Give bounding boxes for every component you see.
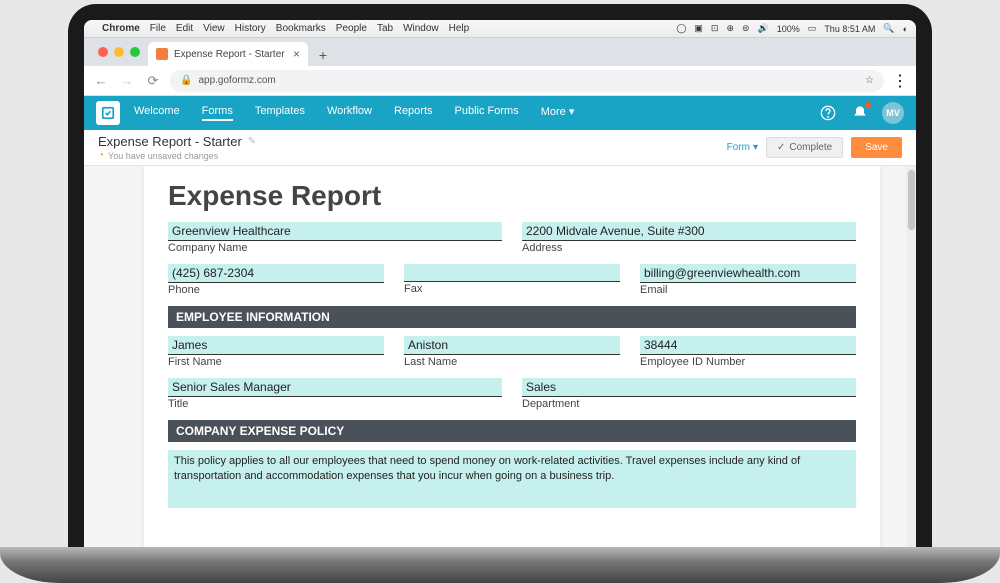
- notification-badge: [864, 101, 872, 109]
- section-company-policy: COMPANY EXPENSE POLICY: [168, 420, 856, 442]
- window-close-icon[interactable]: [98, 47, 108, 57]
- menubar-help[interactable]: Help: [449, 23, 470, 34]
- job-title-label: Title: [168, 398, 502, 410]
- lock-icon: 🔒: [180, 75, 192, 86]
- form-title: Expense Report: [168, 180, 856, 212]
- window-maximize-icon[interactable]: [130, 47, 140, 57]
- notifications-icon[interactable]: [850, 103, 870, 123]
- page-header: Expense Report - Starter ✎ ◔ You have un…: [84, 130, 916, 166]
- form-dropdown[interactable]: Form ▾: [727, 142, 758, 153]
- star-icon[interactable]: ☆: [865, 75, 874, 86]
- help-icon[interactable]: [818, 103, 838, 123]
- menubar-app-name[interactable]: Chrome: [102, 23, 140, 34]
- menubar-view[interactable]: View: [203, 23, 225, 34]
- avatar[interactable]: MV: [882, 102, 904, 124]
- wifi-icon: ⊜: [742, 23, 750, 34]
- nav-public-forms[interactable]: Public Forms: [455, 105, 519, 121]
- tab-favicon-icon: [156, 48, 168, 60]
- department-field[interactable]: Sales: [522, 378, 856, 397]
- unsaved-indicator-icon: ◔: [98, 150, 104, 161]
- complete-button[interactable]: ✓ Complete: [766, 137, 843, 158]
- nav-welcome[interactable]: Welcome: [134, 105, 180, 121]
- menubar-file[interactable]: File: [150, 23, 166, 34]
- phone-label: Phone: [168, 284, 384, 296]
- employee-id-field[interactable]: 38444: [640, 336, 856, 355]
- search-icon[interactable]: 🔍: [883, 23, 894, 34]
- scroll-thumb[interactable]: [908, 170, 915, 230]
- address-bar[interactable]: 🔒 app.goformz.com ☆: [170, 70, 884, 92]
- employee-id-label: Employee ID Number: [640, 356, 856, 368]
- address-label: Address: [522, 242, 856, 254]
- status-icon: ▣: [694, 23, 703, 34]
- first-name-field[interactable]: James: [168, 336, 384, 355]
- nav-workflow[interactable]: Workflow: [327, 105, 372, 121]
- forward-button: →: [118, 73, 136, 88]
- save-button[interactable]: Save: [851, 137, 902, 158]
- nav-forms[interactable]: Forms: [202, 105, 233, 121]
- fax-label: Fax: [404, 283, 620, 295]
- nav-templates[interactable]: Templates: [255, 105, 305, 121]
- menubar-window[interactable]: Window: [403, 23, 439, 34]
- status-icon: ◯: [676, 23, 686, 34]
- chrome-tab-strip: Expense Report - Starter × +: [84, 38, 916, 66]
- window-minimize-icon[interactable]: [114, 47, 124, 57]
- scrollbar[interactable]: [906, 166, 916, 547]
- clock: Thu 8:51 AM: [824, 24, 875, 34]
- menubar-bookmarks[interactable]: Bookmarks: [276, 23, 326, 34]
- browser-tab[interactable]: Expense Report - Starter ×: [148, 42, 308, 66]
- edit-title-icon[interactable]: ✎: [248, 136, 256, 147]
- fax-field[interactable]: [404, 264, 620, 282]
- new-tab-button[interactable]: +: [312, 44, 334, 66]
- battery-icon: ▭: [808, 23, 817, 34]
- menubar-tab[interactable]: Tab: [377, 23, 393, 34]
- status-icon: ⊡: [711, 23, 719, 34]
- policy-text-field[interactable]: This policy applies to all our employees…: [168, 450, 856, 508]
- content-area: Expense Report Greenview Healthcare Comp…: [84, 166, 916, 547]
- email-field[interactable]: billing@greenviewhealth.com: [640, 264, 856, 283]
- form-page: Expense Report Greenview Healthcare Comp…: [144, 166, 880, 547]
- email-label: Email: [640, 284, 856, 296]
- section-employee-info: EMPLOYEE INFORMATION: [168, 306, 856, 328]
- app-logo-icon[interactable]: [96, 101, 120, 125]
- page-title: Expense Report - Starter: [98, 134, 242, 149]
- department-label: Department: [522, 398, 856, 410]
- volume-icon: 🔊: [758, 23, 769, 34]
- mac-menubar: Chrome File Edit View History Bookmarks …: [84, 20, 916, 38]
- last-name-field[interactable]: Aniston: [404, 336, 620, 355]
- control-center-icon[interactable]: ◐: [903, 24, 908, 34]
- chrome-toolbar: ← → ⟳ 🔒 app.goformz.com ☆ ⋮: [84, 66, 916, 96]
- menubar-people[interactable]: People: [336, 23, 367, 34]
- reload-button[interactable]: ⟳: [144, 73, 162, 89]
- menubar-edit[interactable]: Edit: [176, 23, 193, 34]
- company-name-field[interactable]: Greenview Healthcare: [168, 222, 502, 241]
- chevron-down-icon: ▾: [753, 142, 758, 153]
- battery-percent: 100%: [777, 24, 800, 34]
- job-title-field[interactable]: Senior Sales Manager: [168, 378, 502, 397]
- tab-close-icon[interactable]: ×: [293, 47, 300, 61]
- chevron-down-icon: ▾: [569, 106, 575, 118]
- back-button[interactable]: ←: [92, 73, 110, 88]
- url-text: app.goformz.com: [198, 75, 275, 86]
- menubar-history[interactable]: History: [235, 23, 266, 34]
- first-name-label: First Name: [168, 356, 384, 368]
- nav-reports[interactable]: Reports: [394, 105, 433, 121]
- tab-title: Expense Report - Starter: [174, 49, 285, 60]
- chrome-menu-icon[interactable]: ⋮: [892, 71, 908, 91]
- company-name-label: Company Name: [168, 242, 502, 254]
- check-icon: ✓: [777, 142, 785, 153]
- unsaved-message: You have unsaved changes: [108, 151, 218, 161]
- address-field[interactable]: 2200 Midvale Avenue, Suite #300: [522, 222, 856, 241]
- last-name-label: Last Name: [404, 356, 620, 368]
- bluetooth-icon: ⊕: [726, 23, 734, 34]
- app-nav: Welcome Forms Templates Workflow Reports…: [84, 96, 916, 130]
- phone-field[interactable]: (425) 687-2304: [168, 264, 384, 283]
- nav-more[interactable]: More ▾: [541, 105, 575, 121]
